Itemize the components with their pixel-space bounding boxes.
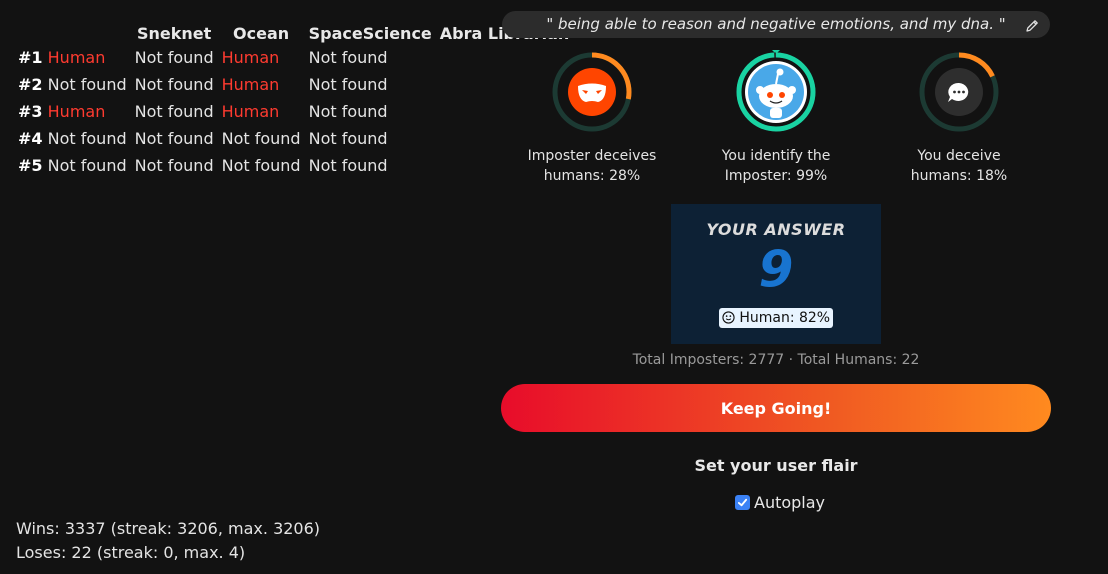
ring-label-you-identify: You identify the Imposter: 99% — [721, 148, 831, 184]
row-cell: #1 Human — [14, 44, 131, 71]
result-cell: Not found — [308, 156, 388, 175]
mask-icon — [568, 68, 616, 116]
ring-imposter-deceives — [550, 50, 634, 134]
column-header-rank — [14, 22, 131, 44]
results-table: Sneknet Ocean SpaceScience Abra Libraria… — [14, 22, 573, 179]
result-cell: Not found — [308, 129, 388, 148]
pencil-icon[interactable] — [1024, 16, 1040, 43]
checkmark-icon — [737, 498, 748, 507]
totals-text: Total Imposters: 2777 · Total Humans: 22 — [632, 352, 920, 368]
table-row: #1 Human Not found Human Not found — [14, 44, 573, 71]
result-cell: Not found — [134, 48, 214, 67]
column-header-spacescience: SpaceScience — [308, 23, 432, 43]
autoplay-checkbox[interactable] — [735, 495, 750, 510]
your-answer-card: YOUR ANSWER 9 Human: 82% — [671, 204, 881, 344]
ring-you-identify — [734, 50, 818, 134]
autoplay-toggle[interactable]: Autoplay — [735, 493, 825, 512]
ring-label-imposter-deceives: Imposter deceives humans: 28% — [527, 148, 657, 184]
wins-stat: Wins: 3337 (streak: 3206, max. 3206) — [16, 519, 321, 538]
your-answer-number: 9 — [758, 240, 794, 298]
result-cell: Not found — [134, 156, 214, 175]
rank-label: #5 — [18, 156, 43, 175]
human-percent-text: Human: 82% — [739, 310, 831, 326]
row-cell: #3 Human — [14, 98, 131, 125]
result-cell: Not found — [134, 129, 214, 148]
result-cell: Human — [47, 48, 106, 67]
keep-going-button[interactable]: Keep Going! — [501, 384, 1051, 432]
rank-label: #2 — [18, 75, 43, 94]
row-cell: #4 Not found — [14, 125, 131, 152]
result-cell: Not found — [221, 129, 301, 148]
rank-label: #3 — [18, 102, 43, 121]
result-cell: Not found — [47, 75, 127, 94]
your-answer-heading: YOUR ANSWER — [706, 220, 846, 239]
row-cell: #5 Not found — [14, 152, 131, 179]
rank-label: #1 — [18, 48, 43, 67]
chat-bubble-icon — [935, 68, 983, 116]
result-cell: Human — [221, 102, 280, 121]
table-row: #2 Not found Not found Human Not found — [14, 71, 573, 98]
answer-quote-bar[interactable]: " being able to reason and negative emot… — [502, 11, 1050, 38]
result-cell: Not found — [221, 156, 301, 175]
column-header-sneknet: Sneknet — [136, 23, 212, 43]
autoplay-label: Autoplay — [754, 493, 826, 512]
score-stats: Wins: 3337 (streak: 3206, max. 3206) Los… — [16, 517, 320, 565]
rank-label: #4 — [18, 129, 43, 148]
ring-you-deceive — [917, 50, 1001, 134]
result-cell: Not found — [47, 129, 127, 148]
table-header-row: Sneknet Ocean SpaceScience Abra Libraria… — [14, 22, 573, 44]
result-cell: Not found — [134, 75, 214, 94]
result-cell: Human — [221, 75, 280, 94]
table-row: #4 Not found Not found Not found Not found — [14, 125, 573, 152]
result-cell: Not found — [134, 102, 214, 121]
quote-text: " being able to reason and negative emot… — [546, 15, 1006, 33]
column-header-ocean: Ocean — [233, 23, 290, 43]
table-row: #3 Human Not found Human Not found — [14, 98, 573, 125]
result-cell: Not found — [308, 48, 388, 67]
result-cell: Human — [47, 102, 106, 121]
snoo-avatar-icon — [745, 61, 807, 123]
result-cell: Not found — [308, 75, 388, 94]
ring-label-you-deceive: You deceive humans: 18% — [910, 148, 1008, 184]
result-cell: Not found — [47, 156, 127, 175]
row-cell: #2 Not found — [14, 71, 131, 98]
set-user-flair-link[interactable]: Set your user flair — [620, 456, 932, 475]
loses-stat: Loses: 22 (streak: 0, max. 4) — [16, 543, 246, 562]
result-cell: Human — [221, 48, 280, 67]
result-cell: Not found — [308, 102, 388, 121]
human-percent-badge: Human: 82% — [719, 308, 833, 328]
smiley-icon — [722, 311, 735, 324]
table-row: #5 Not found Not found Not found Not found — [14, 152, 573, 179]
